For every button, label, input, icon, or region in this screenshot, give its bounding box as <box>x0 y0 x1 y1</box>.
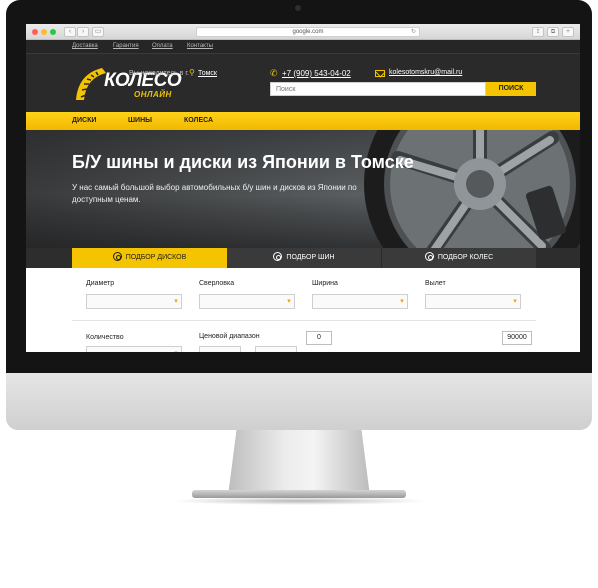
price-min-input[interactable]: 0 <box>306 331 332 345</box>
price-range-label: Ценовой диапазон <box>199 333 260 340</box>
monitor-stand <box>228 430 370 496</box>
chevron-down-icon: ▾ <box>287 298 291 305</box>
sidebar-icon[interactable]: ▭ <box>92 27 104 37</box>
filter-divider <box>72 320 536 321</box>
disk-icon <box>112 252 122 261</box>
location-prefix: Вы находитесь в г. <box>129 70 189 77</box>
address-bar[interactable]: google.com ↻ <box>196 27 420 37</box>
tab-label: ПОДБОР ШИН <box>286 254 335 261</box>
search-button[interactable]: ПОИСК <box>486 82 536 96</box>
width-label: Ширина <box>312 280 338 287</box>
hero-title: Б/У шины и диски из Японии в Томске <box>72 152 414 172</box>
location-pin-icon: ⚲ <box>189 68 195 77</box>
tabs-icon[interactable]: ⧉ <box>547 27 559 37</box>
chevron-down-icon: ▾ <box>171 347 181 352</box>
tab-label: ПОДБОР КОЛЕС <box>437 254 494 261</box>
wheel-icon <box>424 252 434 261</box>
quantity-label: Количество <box>86 334 124 341</box>
nav-item-tires[interactable]: ШИНЫ <box>128 117 152 124</box>
camera-icon <box>295 5 301 11</box>
location-city-link[interactable]: Томск <box>198 70 217 77</box>
forward-icon[interactable]: › <box>77 27 89 37</box>
tire-icon <box>273 252 283 261</box>
tab-disk-selection[interactable]: ПОДБОР ДИСКОВ <box>72 248 227 268</box>
bolt-pattern-select[interactable]: ▾ <box>199 294 295 309</box>
nav-item-wheels[interactable]: КОЛЕСА <box>184 117 213 124</box>
monitor-bezel: ‹ › ▭ google.com ↻ ⇪ ⧉ + Доставка Гарант… <box>6 0 592 373</box>
phone-icon: ✆ <box>270 68 278 78</box>
offset-select[interactable]: ▾ <box>425 294 521 309</box>
quantity-select[interactable]: ▾ <box>86 346 182 352</box>
chevron-down-icon: ▾ <box>400 298 404 305</box>
monitor-chin <box>6 373 592 430</box>
diameter-label: Диаметр <box>86 280 115 287</box>
window-close-button[interactable] <box>32 29 38 35</box>
floor-shadow <box>170 497 428 505</box>
hero-banner: Б/У шины и диски из Японии в Томске У на… <box>26 130 580 248</box>
tab-tire-selection[interactable]: ПОДБОР ШИН <box>227 248 382 268</box>
new-tab-icon[interactable]: + <box>562 27 574 37</box>
search-input[interactable] <box>270 82 486 96</box>
chevron-down-icon: ▾ <box>174 298 178 305</box>
logo-subtext: ОНЛАЙН <box>134 90 172 99</box>
reload-icon[interactable]: ↻ <box>411 28 416 36</box>
price-max-input[interactable]: 90000 <box>502 331 532 345</box>
site-header: КОЛЕСО ОНЛАЙН Вы находитесь в г. ⚲ Томск… <box>26 54 580 112</box>
phone-link[interactable]: +7 (909) 543-04-02 <box>282 69 351 78</box>
window-minimize-button[interactable] <box>41 29 47 35</box>
top-link-warranty[interactable]: Гарантия <box>113 43 139 49</box>
offset-label: Вылет <box>425 280 446 287</box>
chevron-down-icon: ▾ <box>513 298 517 305</box>
email-link[interactable]: kolesotomskru@mail.ru <box>389 69 462 76</box>
screen: ‹ › ▭ google.com ↻ ⇪ ⧉ + Доставка Гарант… <box>26 24 580 352</box>
back-icon[interactable]: ‹ <box>64 27 76 37</box>
top-links-bar: Доставка Гарантия Оплата Контакты <box>26 40 580 54</box>
mail-icon <box>375 70 385 77</box>
browser-toolbar: ‹ › ▭ google.com ↻ ⇪ ⧉ + <box>26 24 580 40</box>
diameter-select[interactable]: ▾ <box>86 294 182 309</box>
share-icon[interactable]: ⇪ <box>532 27 544 37</box>
nav-item-disks[interactable]: ДИСКИ <box>72 117 96 124</box>
window-maximize-button[interactable] <box>50 29 56 35</box>
monitor-frame: ‹ › ▭ google.com ↻ ⇪ ⧉ + Доставка Гарант… <box>6 0 592 430</box>
width-select[interactable]: ▾ <box>312 294 408 309</box>
price-min-field[interactable] <box>199 346 241 352</box>
bolt-pattern-label: Сверловка <box>199 280 235 287</box>
url-text: google.com <box>292 29 324 35</box>
hero-text: У нас самый большой выбор автомобильных … <box>72 183 357 204</box>
price-max-field[interactable] <box>255 346 297 352</box>
filter-tabs: ПОДБОР ДИСКОВ ПОДБОР ШИН ПОДБОР КОЛЕС <box>26 248 580 268</box>
tab-label: ПОДБОР ДИСКОВ <box>125 254 187 261</box>
top-link-payment[interactable]: Оплата <box>152 43 173 49</box>
tab-wheel-selection[interactable]: ПОДБОР КОЛЕС <box>382 248 536 268</box>
top-link-delivery[interactable]: Доставка <box>72 43 98 49</box>
top-link-contacts[interactable]: Контакты <box>187 43 213 49</box>
main-nav: ДИСКИ ШИНЫ КОЛЕСА <box>26 112 580 130</box>
